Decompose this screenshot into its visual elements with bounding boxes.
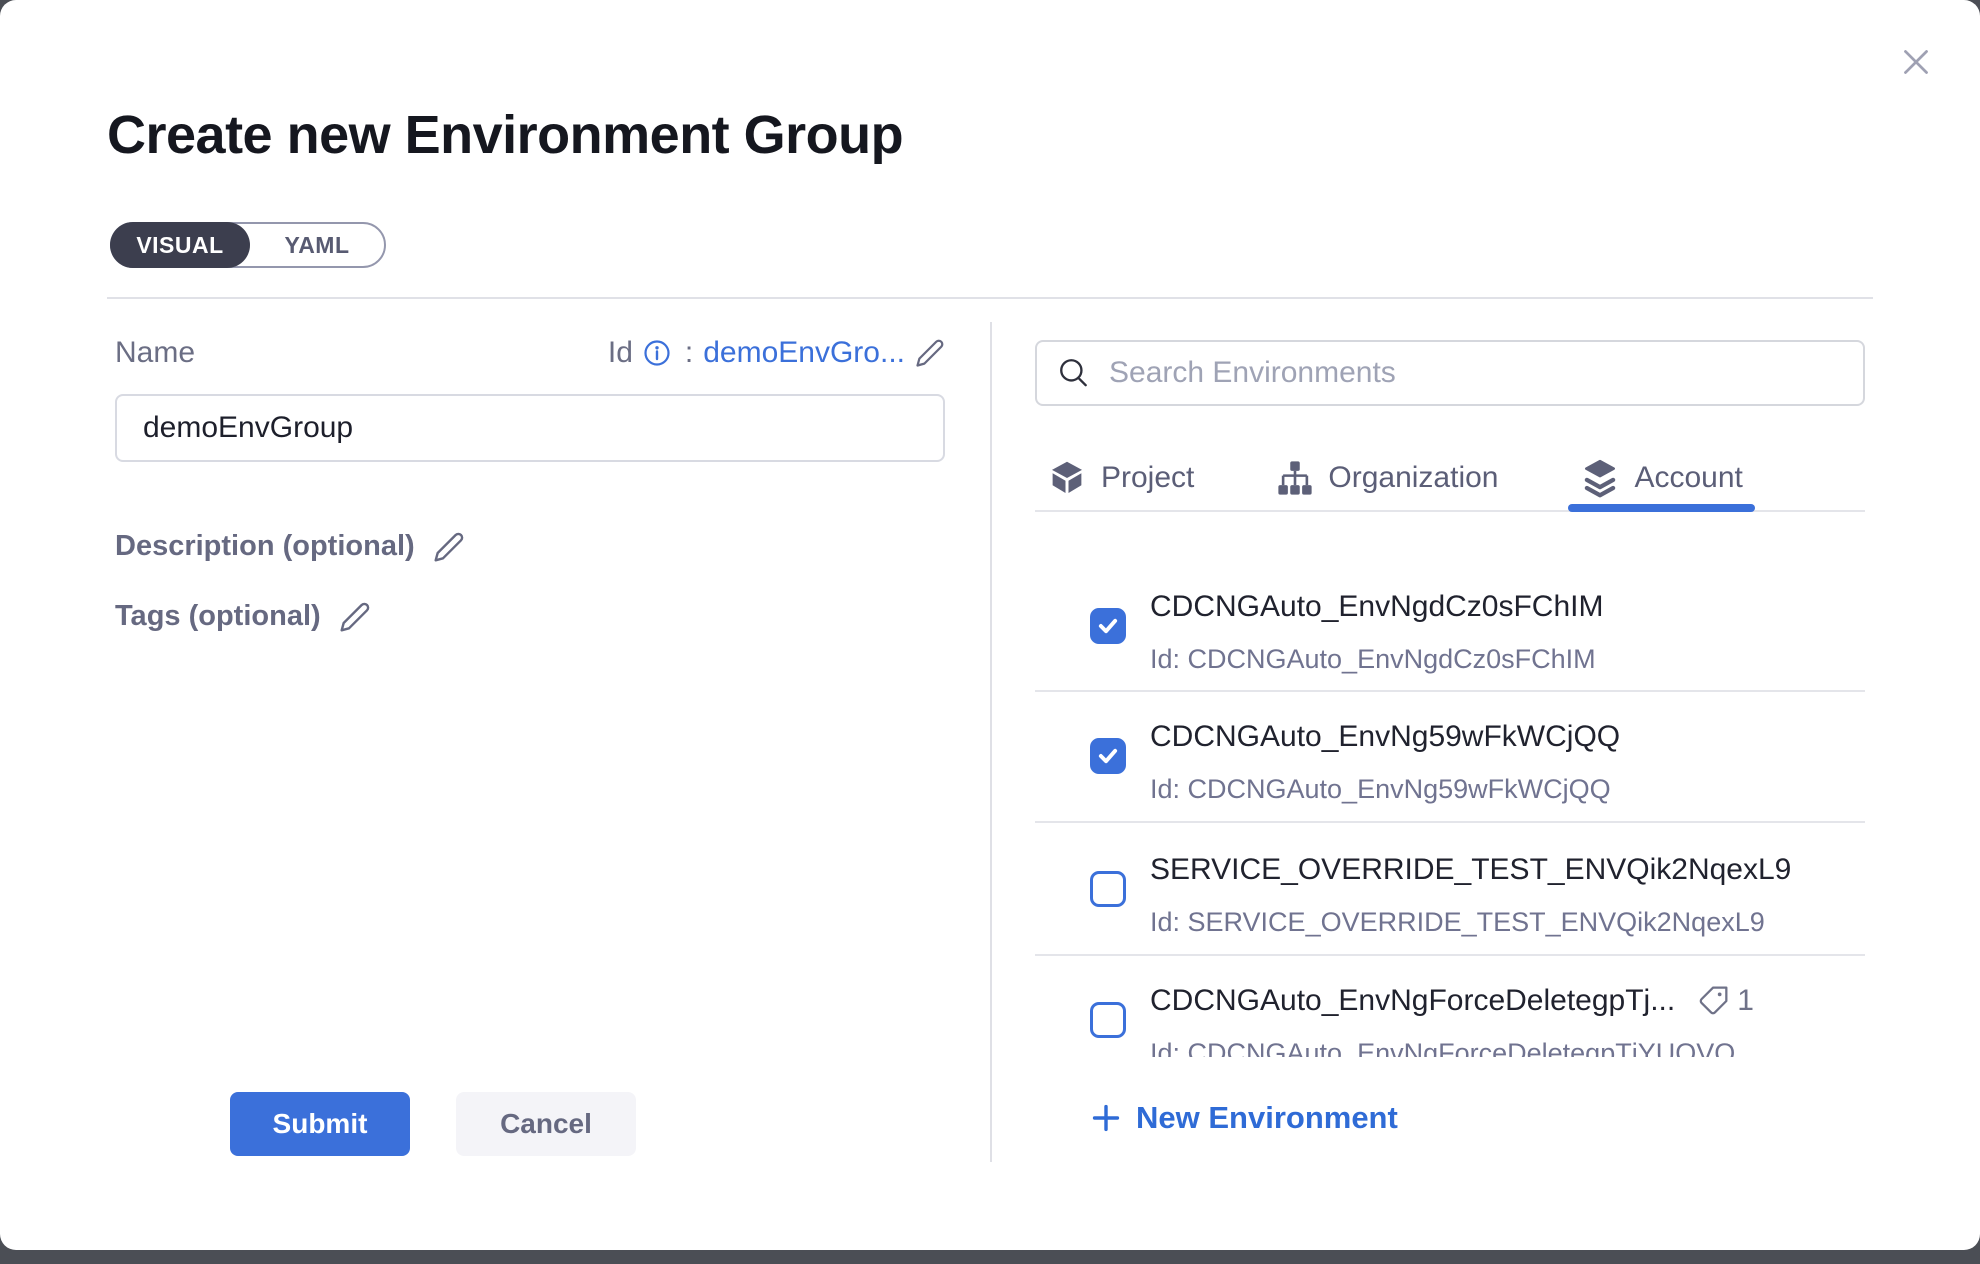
edit-description-pencil-icon[interactable] <box>433 531 465 563</box>
environment-text: CDCNGAuto_EnvNgdCz0sFChIM Id: CDCNGAuto_… <box>1150 590 1865 675</box>
header-divider <box>107 297 1873 299</box>
environment-row[interactable]: CDCNGAuto_EnvNg59wFkWCjQQ Id: CDCNGAuto_… <box>1035 692 1865 823</box>
tab-yaml[interactable]: YAML <box>250 224 384 266</box>
tag-icon <box>1697 985 1729 1017</box>
environment-text: SERVICE_OVERRIDE_TEST_ENVQik2NqexL9 Id: … <box>1150 853 1865 938</box>
search-icon <box>1057 356 1091 390</box>
new-environment-button[interactable]: New Environment <box>1090 1100 1398 1136</box>
tab-organization-label: Organization <box>1328 461 1498 495</box>
tab-project-label: Project <box>1101 461 1194 495</box>
page-title: Create new Environment Group <box>107 104 903 166</box>
search-box <box>1035 340 1865 406</box>
environment-id: Id: CDCNGAuto_EnvNgdCz0sFChIM <box>1150 644 1835 675</box>
visual-yaml-toggle: VISUAL YAML <box>110 222 386 268</box>
environment-checkbox[interactable] <box>1090 871 1126 907</box>
tab-organization[interactable]: Organization <box>1264 446 1510 510</box>
environment-checkbox[interactable] <box>1090 738 1126 774</box>
cube-icon <box>1047 458 1087 498</box>
id-value-link[interactable]: demoEnvGro... <box>703 336 905 370</box>
id-label: Id <box>608 336 633 370</box>
name-input[interactable] <box>115 394 945 462</box>
environment-row[interactable]: CDCNGAuto_EnvNgdCz0sFChIM Id: CDCNGAuto_… <box>1035 514 1865 692</box>
environment-row[interactable]: SERVICE_OVERRIDE_TEST_ENVQik2NqexL9 Id: … <box>1035 823 1865 956</box>
info-icon[interactable] <box>643 339 671 367</box>
environment-name: CDCNGAuto_EnvNg59wFkWCjQQ <box>1150 720 1620 754</box>
create-environment-group-dialog: Create new Environment Group VISUAL YAML… <box>0 0 1980 1250</box>
layers-icon <box>1580 458 1620 498</box>
environment-name: CDCNGAuto_EnvNgdCz0sFChIM <box>1150 590 1603 624</box>
name-label: Name <box>115 336 195 370</box>
tab-project[interactable]: Project <box>1035 446 1206 510</box>
org-chart-icon <box>1276 459 1314 497</box>
id-group: Id : demoEnvGro... <box>608 336 945 370</box>
environment-checkbox[interactable] <box>1090 1002 1126 1038</box>
cancel-button[interactable]: Cancel <box>456 1092 636 1156</box>
submit-button[interactable]: Submit <box>230 1092 410 1156</box>
scope-tabs: Project Organization Account <box>1035 446 1865 512</box>
dialog-actions: Submit Cancel <box>230 1092 636 1156</box>
environment-row[interactable]: CDCNGAuto_EnvNgForceDeletegpTj... 1 Id: … <box>1035 956 1865 1057</box>
environment-name: CDCNGAuto_EnvNgForceDeletegpTj... <box>1150 984 1675 1018</box>
environment-text: CDCNGAuto_EnvNg59wFkWCjQQ Id: CDCNGAuto_… <box>1150 720 1865 805</box>
tab-account-label: Account <box>1634 461 1742 495</box>
description-row: Description (optional) <box>115 530 465 563</box>
name-id-row: Name Id : demoEnvGro... <box>115 336 945 370</box>
edit-id-pencil-icon[interactable] <box>915 338 945 368</box>
environment-id: Id: SERVICE_OVERRIDE_TEST_ENVQik2NqexL9 <box>1150 907 1835 938</box>
tag-count-group: 1 <box>1697 984 1754 1018</box>
new-environment-label: New Environment <box>1136 1100 1398 1136</box>
description-label: Description (optional) <box>115 530 415 563</box>
environment-text: CDCNGAuto_EnvNgForceDeletegpTj... 1 Id: … <box>1150 984 1865 1057</box>
plus-icon <box>1090 1102 1122 1134</box>
vertical-divider <box>990 322 992 1162</box>
edit-tags-pencil-icon[interactable] <box>339 601 371 633</box>
environment-id: Id: CDCNGAuto_EnvNg59wFkWCjQQ <box>1150 774 1835 805</box>
tag-count: 1 <box>1737 984 1754 1018</box>
tab-underline <box>1568 504 1754 512</box>
tags-row: Tags (optional) <box>115 600 371 633</box>
environment-list: CDCNGAuto_EnvNgdCz0sFChIM Id: CDCNGAuto_… <box>1035 514 1865 1057</box>
tab-visual[interactable]: VISUAL <box>110 222 250 268</box>
environment-checkbox[interactable] <box>1090 608 1126 644</box>
id-colon: : <box>685 336 693 370</box>
environment-id: Id: CDCNGAuto_EnvNgForceDeletegpTjYUQVQ <box>1150 1038 1835 1057</box>
close-icon[interactable] <box>1896 42 1936 82</box>
search-input[interactable] <box>1109 356 1843 390</box>
tags-label: Tags (optional) <box>115 600 321 633</box>
tab-account[interactable]: Account <box>1568 446 1754 510</box>
environment-name: SERVICE_OVERRIDE_TEST_ENVQik2NqexL9 <box>1150 853 1791 887</box>
